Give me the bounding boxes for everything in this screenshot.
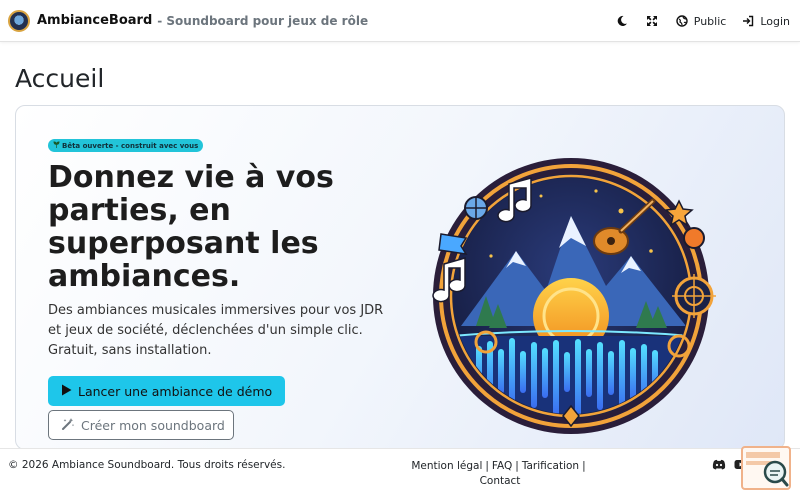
footer: © 2026 Ambiance Soundboard. Tous droits …: [0, 448, 800, 500]
legal-link[interactable]: Mention légal: [411, 460, 482, 472]
hero-card: Bêta ouverte - construit avec vous Donne…: [15, 105, 785, 450]
beta-badge: Bêta ouverte - construit avec vous: [48, 139, 204, 152]
moon-icon[interactable]: [614, 13, 630, 29]
navbar-actions: Public Login: [614, 0, 790, 42]
soundboard-emblem-illustration: [432, 158, 716, 434]
brand-logo[interactable]: [8, 9, 30, 32]
hero-title: Donnez vie à vos parties, en superposant…: [48, 160, 334, 294]
launch-demo-button[interactable]: Lancer une ambiance de démo: [48, 376, 285, 406]
navbar: AmbianceBoard - Soundboard pour jeux de …: [0, 0, 800, 42]
hero-subtitle: Des ambiances musicales immersives pour …: [48, 303, 384, 358]
fullscreen-icon[interactable]: [644, 13, 660, 29]
footer-links: Mention légal | FAQ | Tarification | Contact: [411, 460, 586, 487]
brand-name[interactable]: AmbianceBoard: [37, 13, 152, 28]
help-widget[interactable]: [741, 446, 791, 490]
create-soundboard-button[interactable]: Créer mon soundboard: [48, 410, 234, 440]
public-link[interactable]: Public: [674, 13, 727, 29]
pricing-link[interactable]: Tarification: [522, 460, 579, 472]
brand-tagline: - Soundboard pour jeux de rôle: [157, 13, 369, 28]
search-help-icon: [746, 452, 789, 487]
beta-badge-label: Bêta ouverte - construit avec vous: [62, 141, 199, 150]
seedling-icon: [53, 141, 60, 150]
launch-demo-label: Lancer une ambiance de démo: [78, 383, 273, 399]
public-label: Public: [693, 14, 727, 28]
copyright: © 2026 Ambiance Soundboard. Tous droits …: [8, 459, 286, 471]
globe-icon: [674, 13, 690, 29]
login-link[interactable]: Login: [740, 13, 790, 29]
login-icon: [740, 13, 756, 29]
play-icon: [61, 384, 72, 399]
login-label: Login: [760, 14, 790, 28]
discord-icon[interactable]: [712, 459, 726, 473]
create-soundboard-label: Créer mon soundboard: [81, 417, 225, 433]
contact-link[interactable]: Contact: [480, 475, 521, 487]
page-title: Accueil: [15, 64, 105, 93]
magic-wand-icon: [61, 417, 75, 434]
faq-link[interactable]: FAQ: [492, 460, 512, 472]
